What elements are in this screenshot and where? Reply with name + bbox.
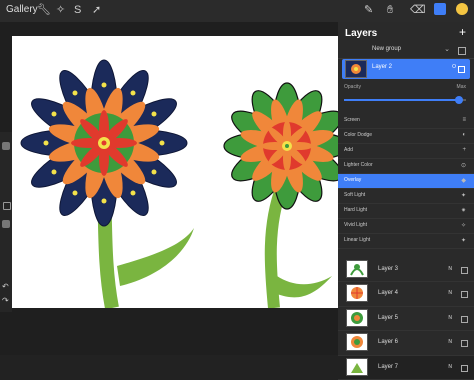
blend-mode-label: Add xyxy=(344,147,353,153)
layer-label: Layer 2 xyxy=(372,64,393,70)
layer-thumbnail xyxy=(346,308,368,327)
blend-mode-indicator[interactable]: N xyxy=(448,339,452,345)
blend-mode-label: Hard Light xyxy=(344,207,368,213)
top-toolbar: Gallery 🔧︎ ✧ S ➚ ✎ ✋︎ ⌫ xyxy=(0,0,474,22)
visibility-checkbox[interactable] xyxy=(461,315,468,323)
eraser-icon[interactable]: ⌫ xyxy=(410,4,426,16)
gallery-button[interactable]: Gallery xyxy=(6,4,38,15)
opacity-slider[interactable] xyxy=(2,220,10,228)
layer-row[interactable]: Layer 6 N xyxy=(338,331,474,356)
blend-mode-item[interactable]: Add + xyxy=(338,144,474,159)
layer-label: Layer 7 xyxy=(378,363,399,370)
visibility-checkbox[interactable] xyxy=(461,267,468,274)
blend-mode-indicator[interactable]: O xyxy=(452,64,456,70)
layers-panel: Layers + New group ⌄ Layer 2 O Opacity M… xyxy=(338,22,474,380)
blend-mode-label: Linear Light xyxy=(344,237,371,243)
blend-mode-label: Soft Light xyxy=(344,192,366,198)
blend-mode-icon: ◆ xyxy=(461,178,466,184)
visibility-checkbox[interactable] xyxy=(458,66,465,73)
max-label: Max xyxy=(456,84,466,90)
layer-label: Layer 5 xyxy=(378,314,399,321)
modify-button[interactable] xyxy=(3,202,11,210)
brush-icon[interactable]: ✎ xyxy=(364,4,373,16)
visibility-checkbox[interactable] xyxy=(461,340,468,348)
visibility-checkbox[interactable] xyxy=(461,291,468,299)
undo-icon[interactable]: ↶ xyxy=(2,282,9,291)
opacity-slider[interactable] xyxy=(344,96,466,104)
opacity-slider-fill xyxy=(344,99,459,101)
layer-thumbnail xyxy=(346,260,368,278)
blend-mode-item[interactable]: Soft Light ✦ xyxy=(338,189,474,204)
blend-mode-icon: ✦ xyxy=(460,238,466,244)
add-layer-button[interactable]: + xyxy=(459,25,466,39)
blend-mode-label: Lighter Color xyxy=(344,162,373,168)
left-sidebar: ↶ ↷ xyxy=(0,132,12,312)
blend-mode-item[interactable]: Overlay ◆ xyxy=(338,174,474,189)
layer-label: Layer 6 xyxy=(378,339,399,346)
blend-mode-icon: ✷ xyxy=(460,208,466,214)
color-icon[interactable] xyxy=(456,3,468,15)
layer-thumbnail xyxy=(346,333,368,352)
blend-mode-label: Screen xyxy=(344,117,360,123)
flower-artwork xyxy=(20,59,344,308)
layer-row[interactable]: Layer 4 N xyxy=(338,282,474,307)
blend-mode-item[interactable]: Hard Light ✷ xyxy=(338,204,474,219)
magic-wand-icon[interactable]: ✧ xyxy=(56,4,65,16)
blend-mode-item[interactable]: Screen ≡ xyxy=(338,114,474,129)
layers-icon[interactable] xyxy=(434,3,446,15)
blend-mode-list: Screen ≡ Color Dodge ◐ Add + Lighter Color ⊙ Ove… xyxy=(338,114,474,249)
selected-layer-row[interactable]: Layer 2 O xyxy=(342,59,470,79)
blend-mode-icon: ✧ xyxy=(460,223,466,229)
layer-thumbnail xyxy=(346,357,368,376)
panel-title: Layers xyxy=(345,28,378,39)
group-label: New group xyxy=(372,46,402,52)
layer-label: Layer 3 xyxy=(378,266,399,272)
blend-mode-icon: ⊙ xyxy=(460,163,466,169)
layer-thumbnail xyxy=(346,284,368,303)
opacity-label: Opacity xyxy=(344,84,361,90)
layer-list: Layer 3 N Layer 4 N Layer 5 N Layer 6 N Layer 7 N xyxy=(338,258,474,380)
layer-thumbnail xyxy=(345,60,367,78)
blend-mode-item[interactable]: Color Dodge ◐ xyxy=(338,129,474,144)
blend-mode-indicator[interactable]: N xyxy=(448,266,452,272)
smudge-icon[interactable]: ✋︎ xyxy=(387,4,393,16)
transform-icon[interactable]: ➚ xyxy=(92,4,101,16)
visibility-checkbox[interactable] xyxy=(458,47,466,55)
blend-mode-label: Color Dodge xyxy=(344,132,373,138)
selection-icon[interactable]: S xyxy=(74,4,81,16)
wrench-icon[interactable]: 🔧︎ xyxy=(37,4,51,16)
blend-mode-indicator[interactable]: N xyxy=(448,290,452,296)
layer-2-preview xyxy=(346,61,366,77)
blend-mode-indicator[interactable]: N xyxy=(448,364,452,370)
blend-mode-indicator[interactable]: N xyxy=(448,315,452,321)
blend-mode-icon: + xyxy=(462,147,466,153)
drawing-canvas[interactable] xyxy=(12,36,344,308)
redo-icon[interactable]: ↷ xyxy=(2,296,9,305)
blend-mode-item[interactable]: Vivid Light ✧ xyxy=(338,219,474,234)
blend-mode-label: Vivid Light xyxy=(344,222,367,228)
layer-row[interactable]: Layer 3 N xyxy=(338,258,474,283)
layer-row[interactable]: Layer 5 N xyxy=(338,307,474,332)
left-flower xyxy=(20,59,188,227)
blend-mode-item[interactable]: Lighter Color ⊙ xyxy=(338,159,474,174)
layer-group-row[interactable]: New group ⌄ xyxy=(338,44,474,59)
chevron-down-icon[interactable]: ⌄ xyxy=(444,45,450,53)
blend-mode-icon: ◐ xyxy=(462,132,466,138)
blend-mode-icon: ≡ xyxy=(462,117,466,123)
opacity-slider-knob[interactable] xyxy=(454,96,463,104)
blend-mode-icon: ✦ xyxy=(460,193,466,199)
brush-size-slider[interactable] xyxy=(2,142,10,150)
blend-mode-label: Overlay xyxy=(344,177,362,183)
layer-label: Layer 4 xyxy=(378,290,399,297)
layer-row[interactable]: Layer 7 N xyxy=(338,356,474,380)
visibility-checkbox[interactable] xyxy=(461,364,468,372)
blend-mode-item[interactable]: Linear Light ✦ xyxy=(338,234,474,249)
right-flower xyxy=(223,82,344,210)
